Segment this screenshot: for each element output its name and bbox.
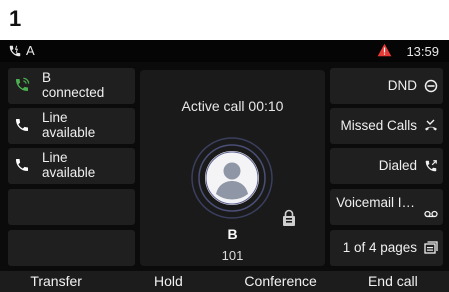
- missed-calls-button[interactable]: Missed Calls: [330, 108, 443, 144]
- encryption-lock-icon: [283, 209, 295, 226]
- avatar: [190, 136, 274, 220]
- status-bar: A 13:59: [0, 40, 449, 62]
- active-call-panel: Active call 00:10 B 101: [140, 70, 325, 266]
- voicemail-label: Voicemail I…: [336, 195, 415, 210]
- line-label: A: [26, 43, 35, 58]
- line-key-2[interactable]: Line available: [8, 108, 135, 144]
- dnd-label: DND: [387, 78, 417, 93]
- line-key-1-name: B: [42, 70, 52, 85]
- call-status-title: Active call 00:10: [181, 98, 284, 114]
- warning-triangle-icon[interactable]: [377, 43, 392, 57]
- transfer-softkey[interactable]: Transfer: [0, 271, 112, 292]
- line-key-5[interactable]: [8, 230, 135, 266]
- line-key-3-name: Line: [42, 150, 68, 165]
- phone-icon: [16, 119, 28, 131]
- line-key-2-name: Line: [42, 110, 68, 125]
- dnd-icon: [424, 79, 438, 93]
- pages-label: 1 of 4 pages: [342, 240, 417, 255]
- pages-button[interactable]: 1 of 4 pages: [330, 230, 443, 266]
- phone-screen: A 13:59 B connected Line available Line …: [0, 40, 449, 292]
- contact-avatar-icon: [191, 137, 273, 219]
- phone-icon: [16, 159, 28, 171]
- dnd-button[interactable]: DND: [330, 68, 443, 104]
- phone-line-icon: [9, 45, 21, 56]
- voicemail-icon: [424, 210, 438, 218]
- dialed-call-icon: [425, 160, 437, 172]
- end-call-softkey[interactable]: End call: [337, 271, 449, 292]
- line-key-3[interactable]: Line available: [8, 148, 135, 184]
- line-key-4[interactable]: [8, 189, 135, 225]
- missed-calls-label: Missed Calls: [340, 118, 417, 133]
- softkey-bar: Transfer Hold Conference End call: [0, 271, 449, 292]
- clock: 13:59: [406, 44, 439, 59]
- phone-connected-icon: [16, 77, 30, 91]
- voicemail-button[interactable]: Voicemail I…: [330, 189, 443, 225]
- pages-icon: [424, 241, 438, 254]
- missed-calls-icon: [425, 119, 437, 131]
- line-key-1-status: connected: [42, 85, 105, 100]
- line-key-1[interactable]: B connected: [8, 68, 135, 104]
- hold-softkey[interactable]: Hold: [112, 271, 224, 292]
- step-number: 1: [9, 6, 22, 31]
- line-key-2-status: available: [42, 125, 96, 140]
- dialed-button[interactable]: Dialed: [330, 148, 443, 184]
- caller-name: B: [227, 226, 238, 242]
- line-indicator: A: [8, 43, 35, 58]
- caller-number: 101: [221, 248, 244, 263]
- dialed-label: Dialed: [378, 158, 417, 173]
- conference-softkey[interactable]: Conference: [225, 271, 337, 292]
- line-key-3-status: available: [42, 165, 96, 180]
